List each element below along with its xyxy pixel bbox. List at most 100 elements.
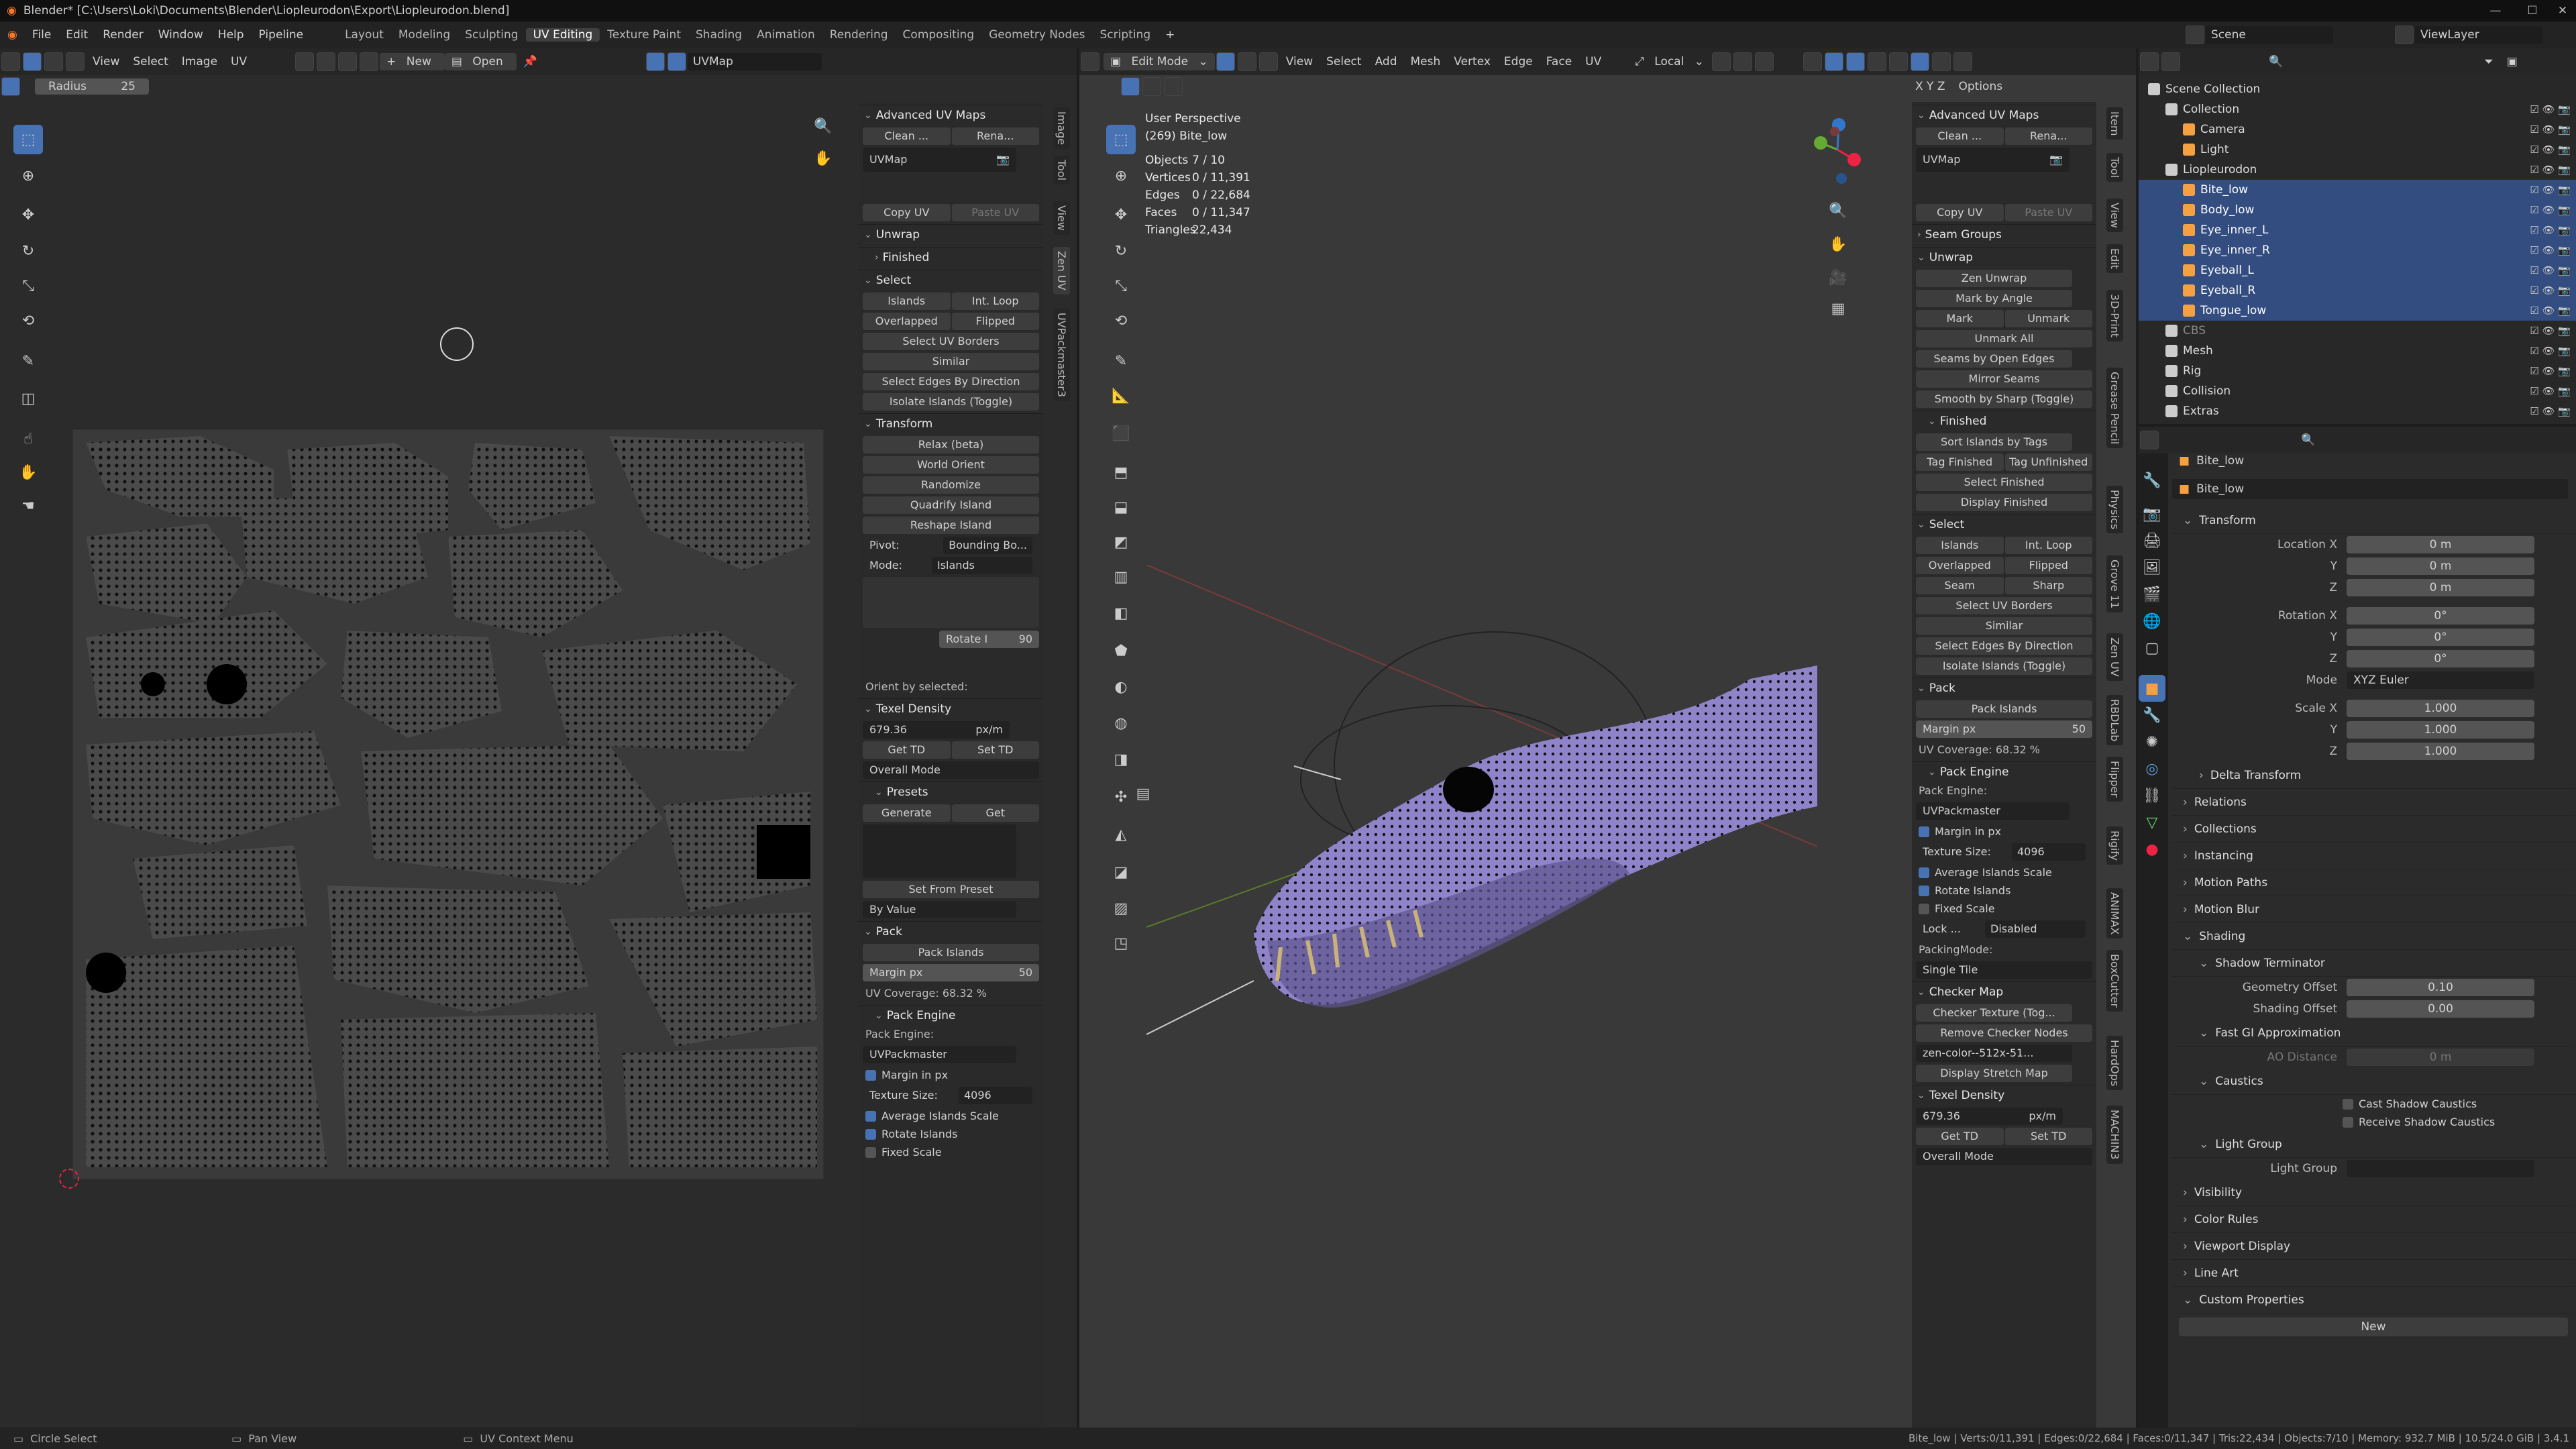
unwrap-header[interactable]: Unwrap	[859, 224, 1043, 244]
scene-props-icon[interactable]: 🎬	[2139, 581, 2165, 608]
eye-icon[interactable]: ☑ 👁 📷	[2530, 224, 2571, 236]
physics-props-icon[interactable]: ◎	[2139, 755, 2165, 782]
vp-menu-edge[interactable]: Edge	[1497, 55, 1540, 68]
viewlayer-name[interactable]: ViewLayer	[2415, 26, 2542, 44]
data-props-icon[interactable]: ▽	[2139, 809, 2165, 836]
mode-select[interactable]: ▣ Edit Mode ⌄	[1104, 53, 1215, 70]
texel-density-header[interactable]: Texel Density	[1912, 1085, 2096, 1105]
eye-icon[interactable]: ☑ 👁 📷	[2530, 284, 2571, 297]
rename-uv-button[interactable]: Rena...	[951, 127, 1039, 145]
light-group-field[interactable]	[2347, 1160, 2534, 1177]
location-y-field[interactable]: 0 m	[2347, 557, 2534, 575]
outliner-row[interactable]: Eyeball_R ☑ 👁 📷	[2139, 280, 2576, 301]
select-mode-new-icon[interactable]	[1121, 77, 1140, 96]
get-td-button[interactable]: Get TD	[863, 741, 951, 759]
flipped-button[interactable]: Flipped	[2004, 557, 2092, 574]
cast-shadow-caustics-checkbox[interactable]: Cast Shadow Caustics	[2172, 1095, 2575, 1113]
new-image-button[interactable]: + New	[380, 53, 445, 70]
properties-editor[interactable]: 🔍 🔧 📷 🖨 🖼 🎬 🌐 ▢ ■ 🔧 ✺ ◎ ⛓ ▽ ● ■ Bite_low…	[2139, 427, 2576, 1428]
tag-unfinished-button[interactable]: Tag Unfinished	[2004, 453, 2092, 471]
eye-icon[interactable]: ☑ 👁 📷	[2530, 305, 2571, 317]
finished-header[interactable]: Finished	[1912, 411, 2096, 431]
vertex-mode-icon[interactable]	[44, 52, 63, 71]
2d-cursor-icon[interactable]	[59, 1169, 79, 1189]
collection-props-icon[interactable]: ▢	[2139, 635, 2165, 661]
eye-icon[interactable]: ☑ 👁 📷	[2530, 264, 2571, 276]
mark-button[interactable]: Mark	[1916, 310, 2004, 327]
checker-image-select[interactable]: zen-color--512x-51...	[1916, 1044, 2072, 1062]
move-tool-icon[interactable]: ✥	[13, 200, 43, 229]
rotate-tool-icon[interactable]: ↻	[1106, 236, 1136, 266]
rendered-shading-icon[interactable]	[1953, 52, 1972, 71]
mirror-seams-button[interactable]: Mirror Seams	[1916, 370, 2092, 388]
xray-icon[interactable]	[1867, 52, 1886, 71]
motion-blur-section[interactable]: Motion Blur	[2172, 896, 2575, 923]
gizmo-icon[interactable]	[1824, 52, 1843, 71]
select-header[interactable]: Select	[859, 270, 1043, 290]
vp-menu-add[interactable]: Add	[1368, 55, 1404, 68]
vp-menu-mesh[interactable]: Mesh	[1404, 55, 1448, 68]
uvmap-select[interactable]: UVMap	[687, 53, 822, 70]
fixed-scale-checkbox[interactable]: Fixed Scale	[1912, 900, 2096, 918]
texture-size-select[interactable]: Texture Size: 4096	[863, 1087, 1039, 1104]
vp-menu-face[interactable]: Face	[1540, 55, 1578, 68]
flipped-button[interactable]: Flipped	[951, 313, 1039, 330]
rotation-x-field[interactable]: 0°	[2347, 607, 2534, 625]
camera-view-icon[interactable]: 🎥	[1823, 263, 1853, 292]
pivot-icon[interactable]	[295, 52, 315, 71]
annotate-tool-icon[interactable]: ✎	[13, 346, 43, 376]
lock-select[interactable]: Lock ... Disabled	[1916, 920, 2092, 938]
collections-section[interactable]: Collections	[2172, 816, 2575, 843]
rotate-islands-checkbox[interactable]: Rotate Islands	[1912, 881, 2096, 900]
particles-props-icon[interactable]: ✺	[2139, 729, 2165, 755]
tag-finished-button[interactable]: Tag Finished	[1916, 453, 2004, 471]
td-value-field[interactable]: 679.36 px/m	[1916, 1108, 2063, 1125]
by-value-select[interactable]: By Value	[863, 901, 1016, 918]
outliner-editor-icon[interactable]	[2140, 52, 2159, 71]
unwrap-header[interactable]: Unwrap	[1912, 247, 2096, 267]
relax-tool-icon[interactable]: ✋	[13, 458, 43, 487]
visibility-section[interactable]: Visibility	[2172, 1179, 2575, 1206]
pack-engine-select[interactable]: UVPackmaster	[863, 1046, 1016, 1063]
vp-menu-select[interactable]: Select	[1320, 55, 1368, 68]
custom-properties-section[interactable]: Custom Properties	[2172, 1287, 2575, 1313]
reshape-button[interactable]: Reshape Island	[863, 517, 1039, 534]
outliner-row[interactable]: Camera ☑ 👁 📷	[2139, 119, 2576, 140]
world-orient-button[interactable]: World Orient	[863, 456, 1039, 474]
tab-scripting[interactable]: Scripting	[1093, 28, 1159, 42]
add-cube-tool-icon[interactable]: ⬛	[1106, 419, 1136, 448]
outliner-row[interactable]: Extras ☑ 👁 📷	[2139, 401, 2576, 421]
sidebar-tab[interactable]: 3D-Print	[2106, 290, 2123, 342]
outliner-row[interactable]: Light ☑ 👁 📷	[2139, 140, 2576, 160]
generate-preset-button[interactable]: Generate	[863, 804, 951, 822]
pivot-select[interactable]: Pivot: Bounding Bo...	[863, 537, 1039, 554]
zoom-view-icon[interactable]: 🔍	[808, 111, 838, 141]
sidebar-tab[interactable]: Physics	[2106, 486, 2123, 534]
pack-engine-select[interactable]: UVPackmaster	[1916, 802, 2070, 820]
transform-section[interactable]: Transform	[2172, 507, 2575, 534]
advanced-uv-maps-header[interactable]: Advanced UV Maps	[859, 105, 1043, 125]
outliner-row[interactable]: CBS ☑ 👁 📷	[2139, 321, 2576, 341]
tab-uvpackmaster3[interactable]: UVPackmaster3	[1053, 309, 1070, 402]
eye-icon[interactable]: ☑ 👁 📷	[2530, 204, 2571, 216]
copy-uv-button[interactable]: Copy UV	[863, 204, 951, 221]
int-loop-button[interactable]: Int. Loop	[2004, 537, 2092, 554]
seam-button[interactable]: Seam	[1916, 577, 2004, 594]
tab-shading[interactable]: Shading	[688, 28, 749, 42]
bevel-tool-icon[interactable]: ◩	[1106, 527, 1136, 557]
zen-unwrap-button[interactable]: Zen Unwrap	[1916, 270, 2072, 287]
td-mode-select[interactable]: Overall Mode	[1916, 1148, 2092, 1165]
sidebar-tab[interactable]: Rigify	[2106, 826, 2123, 865]
set-td-button[interactable]: Set TD	[951, 741, 1039, 759]
texture-size-select[interactable]: Texture Size: 4096	[1916, 843, 2092, 861]
texel-density-header[interactable]: Texel Density	[859, 698, 1043, 718]
uv-layout[interactable]	[72, 429, 824, 1179]
outliner-row[interactable]: Bite_low ☑ 👁 📷	[2139, 180, 2576, 200]
rip-region-tool-icon[interactable]: ◪	[1106, 857, 1136, 887]
copy-uv-button[interactable]: Copy UV	[1916, 204, 2004, 221]
options-dropdown[interactable]: Options	[1951, 80, 2009, 93]
mirror-x-toggle[interactable]: X Y Z	[1909, 80, 1951, 93]
scale-tool-icon[interactable]: ⤡	[13, 271, 43, 301]
camera-icon[interactable]: 📷	[2049, 148, 2063, 172]
uv-menu-view[interactable]: View	[86, 55, 126, 68]
